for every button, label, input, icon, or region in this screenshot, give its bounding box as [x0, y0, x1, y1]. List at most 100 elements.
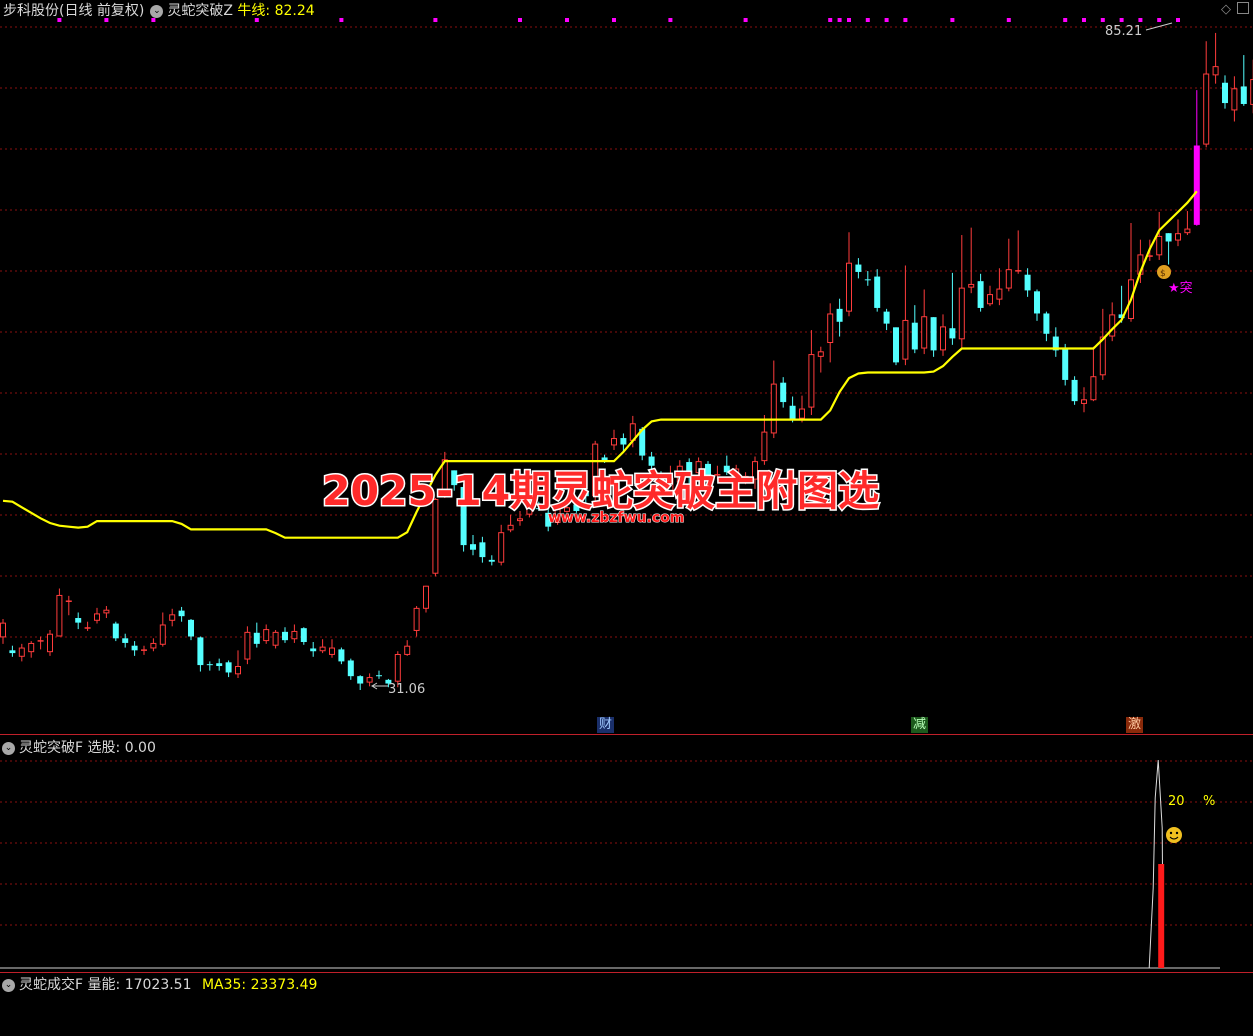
sub-panel-1-header: ⌄ 灵蛇突破F 选股: 0.00 [0, 737, 156, 757]
candle-body [1203, 73, 1210, 145]
indicator-menu-icon[interactable]: ⌄ [2, 741, 15, 755]
candle-body [883, 311, 890, 324]
candle-body [404, 645, 411, 655]
candle-body [225, 662, 232, 673]
candle-body [75, 618, 82, 623]
candle-body [56, 594, 63, 637]
candle-body [1024, 274, 1031, 291]
candle-body [930, 317, 937, 351]
candle-body [620, 438, 627, 445]
candle-body [846, 262, 852, 312]
sub1-indicator-name[interactable]: 灵蛇突破F [19, 740, 83, 756]
candle-body [1062, 349, 1069, 380]
candle-body [1071, 379, 1078, 402]
candle-body [479, 542, 486, 558]
smiley-eye [1169, 831, 1173, 835]
maximize-icon[interactable] [1237, 2, 1249, 14]
candle-body [507, 524, 514, 531]
top-marker [1138, 18, 1143, 22]
candle-body [488, 559, 495, 562]
top-marker [1063, 18, 1068, 22]
candle-body [300, 628, 307, 643]
candle-body [347, 660, 354, 677]
sub1-value-label: 选股: [87, 740, 121, 756]
indicator-menu-icon[interactable]: ⌄ [150, 4, 164, 18]
money-bag-symbol: $ [1160, 269, 1166, 279]
badge-cai[interactable]: 财 [597, 717, 615, 733]
candle-body [206, 664, 213, 666]
candle-body [282, 631, 288, 641]
candle-body [216, 663, 223, 667]
sub1-value: 0.00 [124, 740, 156, 756]
stock-name: 步科股份 [3, 3, 59, 19]
candle-body [958, 287, 965, 340]
period-label: (日线 前复权) [59, 3, 145, 19]
candle-body [1184, 228, 1191, 234]
candle-body [780, 382, 787, 403]
candle-body [338, 649, 345, 662]
sub2-indicator-name[interactable]: 灵蛇成交F [19, 977, 83, 993]
candle-body [178, 610, 185, 617]
top-marker [950, 18, 955, 22]
candle-body [977, 281, 984, 308]
top-marker [847, 18, 851, 22]
candle-body [996, 288, 1003, 300]
candle-body [94, 613, 100, 621]
candle-body [864, 279, 871, 281]
candle-body [253, 632, 260, 644]
top-marker [668, 18, 673, 22]
candle-body [987, 294, 993, 305]
candle-body [911, 322, 918, 350]
candle-body [1090, 376, 1097, 401]
diamond-icon[interactable]: ◇ [1221, 2, 1231, 17]
indicator-name[interactable]: 灵蛇突破Z [167, 3, 233, 19]
candle-body [1165, 233, 1172, 242]
top-marker [433, 18, 438, 22]
candle-body [470, 544, 476, 550]
ma-label: MA35: [201, 977, 247, 993]
candle-body [263, 629, 270, 642]
candle-body [376, 675, 382, 677]
candle-body [84, 627, 91, 629]
candle-body [65, 600, 72, 602]
smiley-icon [1166, 827, 1182, 843]
candle-body [836, 308, 843, 322]
badge-jian[interactable]: 减 [911, 717, 929, 733]
candle-body [272, 631, 279, 646]
candle-body [1231, 88, 1238, 111]
top-marker [1006, 18, 1011, 22]
candle-body [1015, 270, 1022, 272]
candle-body [394, 654, 401, 682]
top-marker [1100, 18, 1105, 22]
candle-body [413, 607, 420, 631]
sub1-peak-label: 20 [1168, 794, 1185, 809]
badge-ji[interactable]: 激 [1126, 717, 1144, 733]
top-marker [837, 18, 842, 22]
candle-body [112, 623, 119, 639]
candle-body [611, 438, 617, 446]
candle-body [319, 646, 326, 652]
candle-body [131, 645, 138, 651]
candle-body [0, 622, 6, 638]
candle-body [1005, 269, 1012, 289]
signal-label: ★突 [1168, 280, 1193, 296]
high-price-label: 85.21 [1105, 24, 1142, 39]
low-price-label: 31.06 [388, 682, 425, 697]
vol-value: 17023.51 [124, 977, 192, 993]
candle-body [244, 631, 251, 660]
top-marker [828, 18, 833, 22]
candle-body [1156, 235, 1163, 256]
candle-body [921, 316, 928, 349]
candle-body [1222, 82, 1228, 104]
top-marker [612, 18, 616, 22]
candle-body [874, 276, 881, 308]
vol-label: 量能: [87, 977, 121, 993]
top-marker [339, 18, 344, 22]
top-marker [1157, 18, 1162, 22]
candle-body [188, 619, 194, 637]
top-marker [1176, 18, 1180, 22]
candle-body [855, 264, 862, 272]
smiley-eye [1175, 831, 1179, 835]
candle-body [1109, 314, 1116, 337]
indicator-menu-icon[interactable]: ⌄ [2, 978, 15, 992]
